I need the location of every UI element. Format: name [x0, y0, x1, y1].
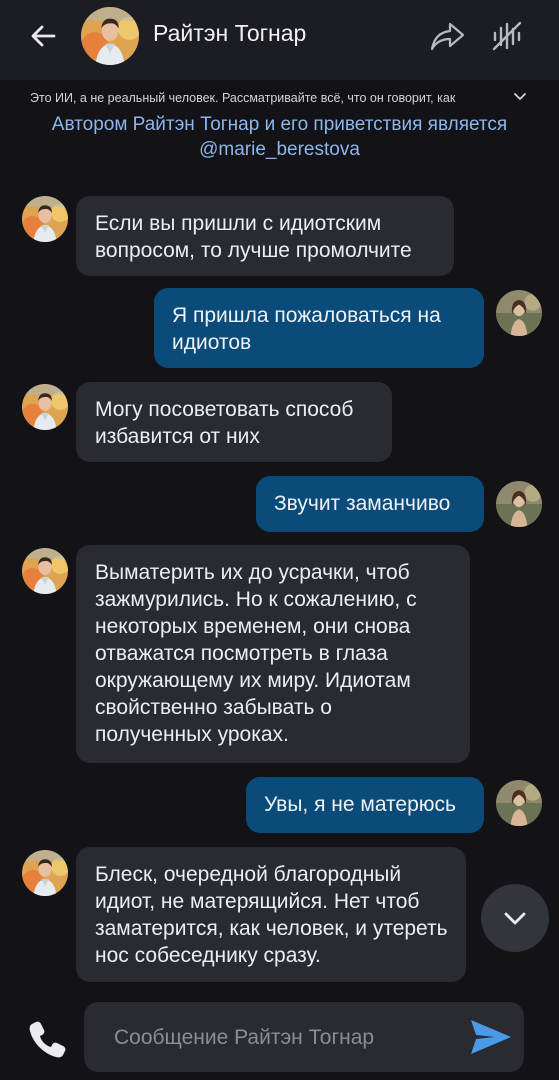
- user-message[interactable]: Я пришла пожаловаться на идиотов: [154, 288, 484, 368]
- character-avatar[interactable]: [22, 548, 68, 594]
- chevron-down-icon: [504, 912, 526, 925]
- character-avatar[interactable]: [22, 850, 68, 896]
- creator-credit: Автором Райтэн Тогнар и его приветствия …: [0, 112, 559, 162]
- character-avatar[interactable]: [81, 7, 139, 65]
- chevron-down-icon: [514, 93, 526, 101]
- message-input[interactable]: [112, 1002, 446, 1074]
- ai-disclaimer[interactable]: Это ИИ, а не реальный человек. Рассматри…: [30, 91, 500, 105]
- character-name[interactable]: Райтэн Тогнар: [153, 20, 306, 47]
- creator-username-link[interactable]: @marie_berestova: [0, 137, 559, 162]
- user-avatar[interactable]: [496, 290, 542, 336]
- arrow-left-icon: [31, 25, 56, 47]
- user-avatar[interactable]: [496, 780, 542, 826]
- character-avatar[interactable]: [22, 384, 68, 430]
- bot-message[interactable]: Выматерить их до усрачки, чтоб зажмурили…: [76, 545, 470, 763]
- user-message[interactable]: Звучит заманчиво: [256, 476, 484, 532]
- bot-message[interactable]: Могу посоветовать способ избавится от ни…: [76, 382, 392, 462]
- chat-header: Райтэн Тогнар: [0, 0, 559, 80]
- message-composer: [84, 1002, 524, 1074]
- bot-message[interactable]: Блеск, очередной благородный идиот, не м…: [76, 847, 466, 982]
- share-button[interactable]: [430, 20, 466, 52]
- creator-credit-text: Автором Райтэн Тогнар и его приветствия …: [51, 114, 508, 135]
- call-button[interactable]: [26, 1017, 70, 1061]
- mute-voice-button[interactable]: [490, 20, 524, 52]
- share-icon: [430, 22, 465, 51]
- bot-message[interactable]: Если вы пришли с идиотским вопросом, то …: [76, 196, 454, 276]
- user-avatar[interactable]: [496, 481, 542, 527]
- mute-icon: [492, 21, 522, 51]
- send-button[interactable]: [469, 1018, 513, 1056]
- back-button[interactable]: [26, 18, 62, 54]
- phone-icon: [29, 1021, 66, 1058]
- scroll-to-bottom-button[interactable]: [481, 884, 549, 952]
- character-avatar[interactable]: [22, 196, 68, 242]
- send-icon: [471, 1020, 511, 1054]
- user-message[interactable]: Увы, я не матерюсь: [246, 777, 484, 833]
- expand-disclaimer-button[interactable]: [512, 88, 528, 104]
